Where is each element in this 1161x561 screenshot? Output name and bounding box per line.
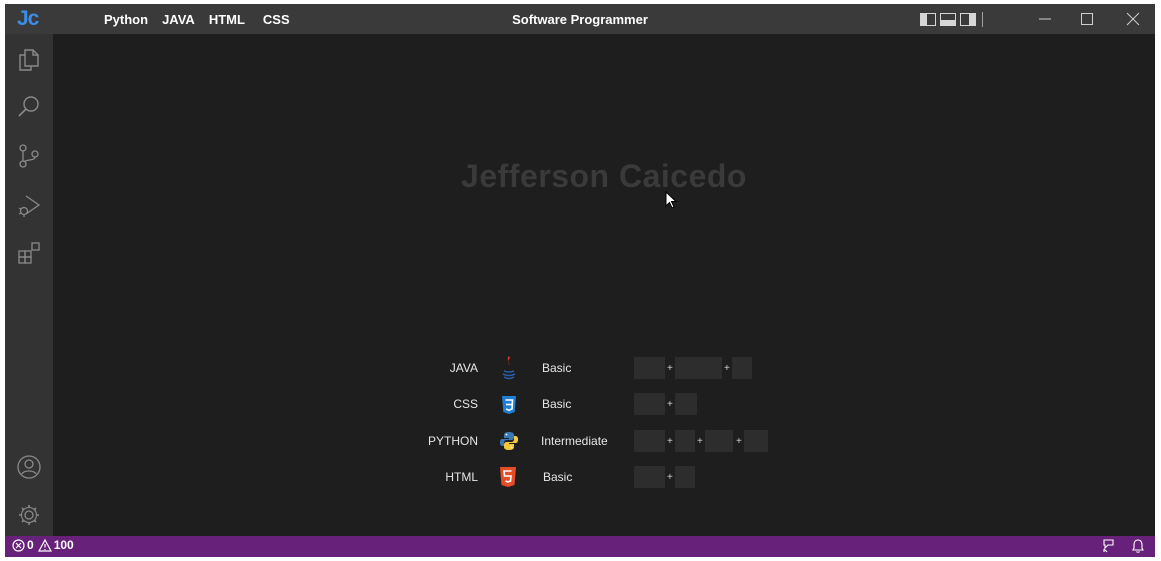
toggle-primary-sidebar-icon[interactable] [920, 13, 936, 26]
plus-icon: + [736, 436, 742, 447]
progress-block [675, 357, 722, 379]
search-button[interactable] [14, 92, 44, 122]
progress-block [634, 430, 665, 452]
progress-block [634, 393, 665, 415]
progress-block [705, 430, 733, 452]
skill-level: Basic [542, 361, 572, 375]
plus-icon: + [667, 436, 673, 447]
hero-name: Jefferson Caicedo [461, 158, 747, 194]
skill-row-css: CSS Basic + [53, 391, 1155, 417]
plus-icon: + [667, 399, 673, 410]
settings-gear-icon [19, 505, 39, 525]
skill-name: HTML [445, 470, 478, 484]
explorer-icon [19, 49, 39, 71]
bell-icon[interactable] [1131, 538, 1145, 554]
account-button[interactable] [14, 452, 44, 482]
toggle-panel-icon[interactable] [940, 13, 956, 26]
title-bar: Jc Python JAVA HTML CSS Software Program… [5, 4, 1155, 34]
progress-block [744, 430, 768, 452]
warning-count: 100 [53, 538, 74, 552]
skill-name: JAVA [449, 361, 478, 375]
layout-controls [920, 12, 983, 27]
skill-level: Basic [543, 470, 573, 484]
html5-icon [500, 467, 516, 487]
source-control-button[interactable] [14, 141, 44, 171]
progress-block [675, 466, 695, 488]
settings-button[interactable] [14, 500, 44, 530]
progress-block [732, 357, 752, 379]
progress-block [634, 357, 665, 379]
python-icon [500, 432, 518, 450]
skill-name: PYTHON [427, 434, 478, 448]
status-right [1101, 538, 1145, 554]
warning-icon [37, 538, 52, 552]
app-window: Jc Python JAVA HTML CSS Software Program… [5, 4, 1155, 557]
extensions-icon [18, 242, 40, 264]
account-icon [17, 455, 41, 479]
mouse-cursor-icon [665, 191, 678, 209]
java-icon [502, 356, 516, 380]
plus-icon: + [667, 472, 673, 483]
activity-bar [5, 34, 53, 536]
layout-separator [982, 12, 983, 27]
problems-indicator[interactable]: 0 100 [12, 538, 74, 552]
explorer-button[interactable] [14, 44, 44, 74]
minimize-button[interactable] [1025, 8, 1065, 30]
plus-icon: + [667, 363, 673, 374]
maximize-button[interactable] [1067, 8, 1107, 30]
skill-row-python: PYTHON Intermediate + + + [53, 428, 1155, 454]
close-button[interactable] [1113, 8, 1153, 30]
plus-icon: + [724, 363, 730, 374]
extensions-button[interactable] [14, 238, 44, 268]
progress-block [675, 393, 697, 415]
skill-row-html: HTML Basic + [53, 464, 1155, 490]
skill-name: CSS [453, 397, 478, 411]
progress-block [634, 466, 665, 488]
error-icon [12, 538, 25, 552]
run-debug-icon [18, 195, 41, 217]
minimize-icon [1039, 18, 1051, 20]
run-debug-button[interactable] [14, 190, 44, 220]
main-content: Jefferson Caicedo JAVA Basic + + CSS Bas… [53, 34, 1155, 536]
maximize-icon [1081, 13, 1093, 25]
progress-block [675, 430, 695, 452]
feedback-icon[interactable] [1101, 538, 1117, 554]
skill-row-java: JAVA Basic + + [53, 355, 1155, 381]
source-control-icon [19, 144, 39, 168]
error-count: 0 [27, 538, 34, 552]
close-icon [1126, 12, 1140, 26]
search-icon [18, 96, 39, 117]
skill-level: Intermediate [541, 434, 608, 448]
status-bar: 0 100 [5, 536, 1155, 557]
plus-icon: + [697, 436, 703, 447]
toggle-secondary-sidebar-icon[interactable] [960, 13, 976, 26]
css3-icon [502, 396, 516, 414]
skill-level: Basic [542, 397, 572, 411]
